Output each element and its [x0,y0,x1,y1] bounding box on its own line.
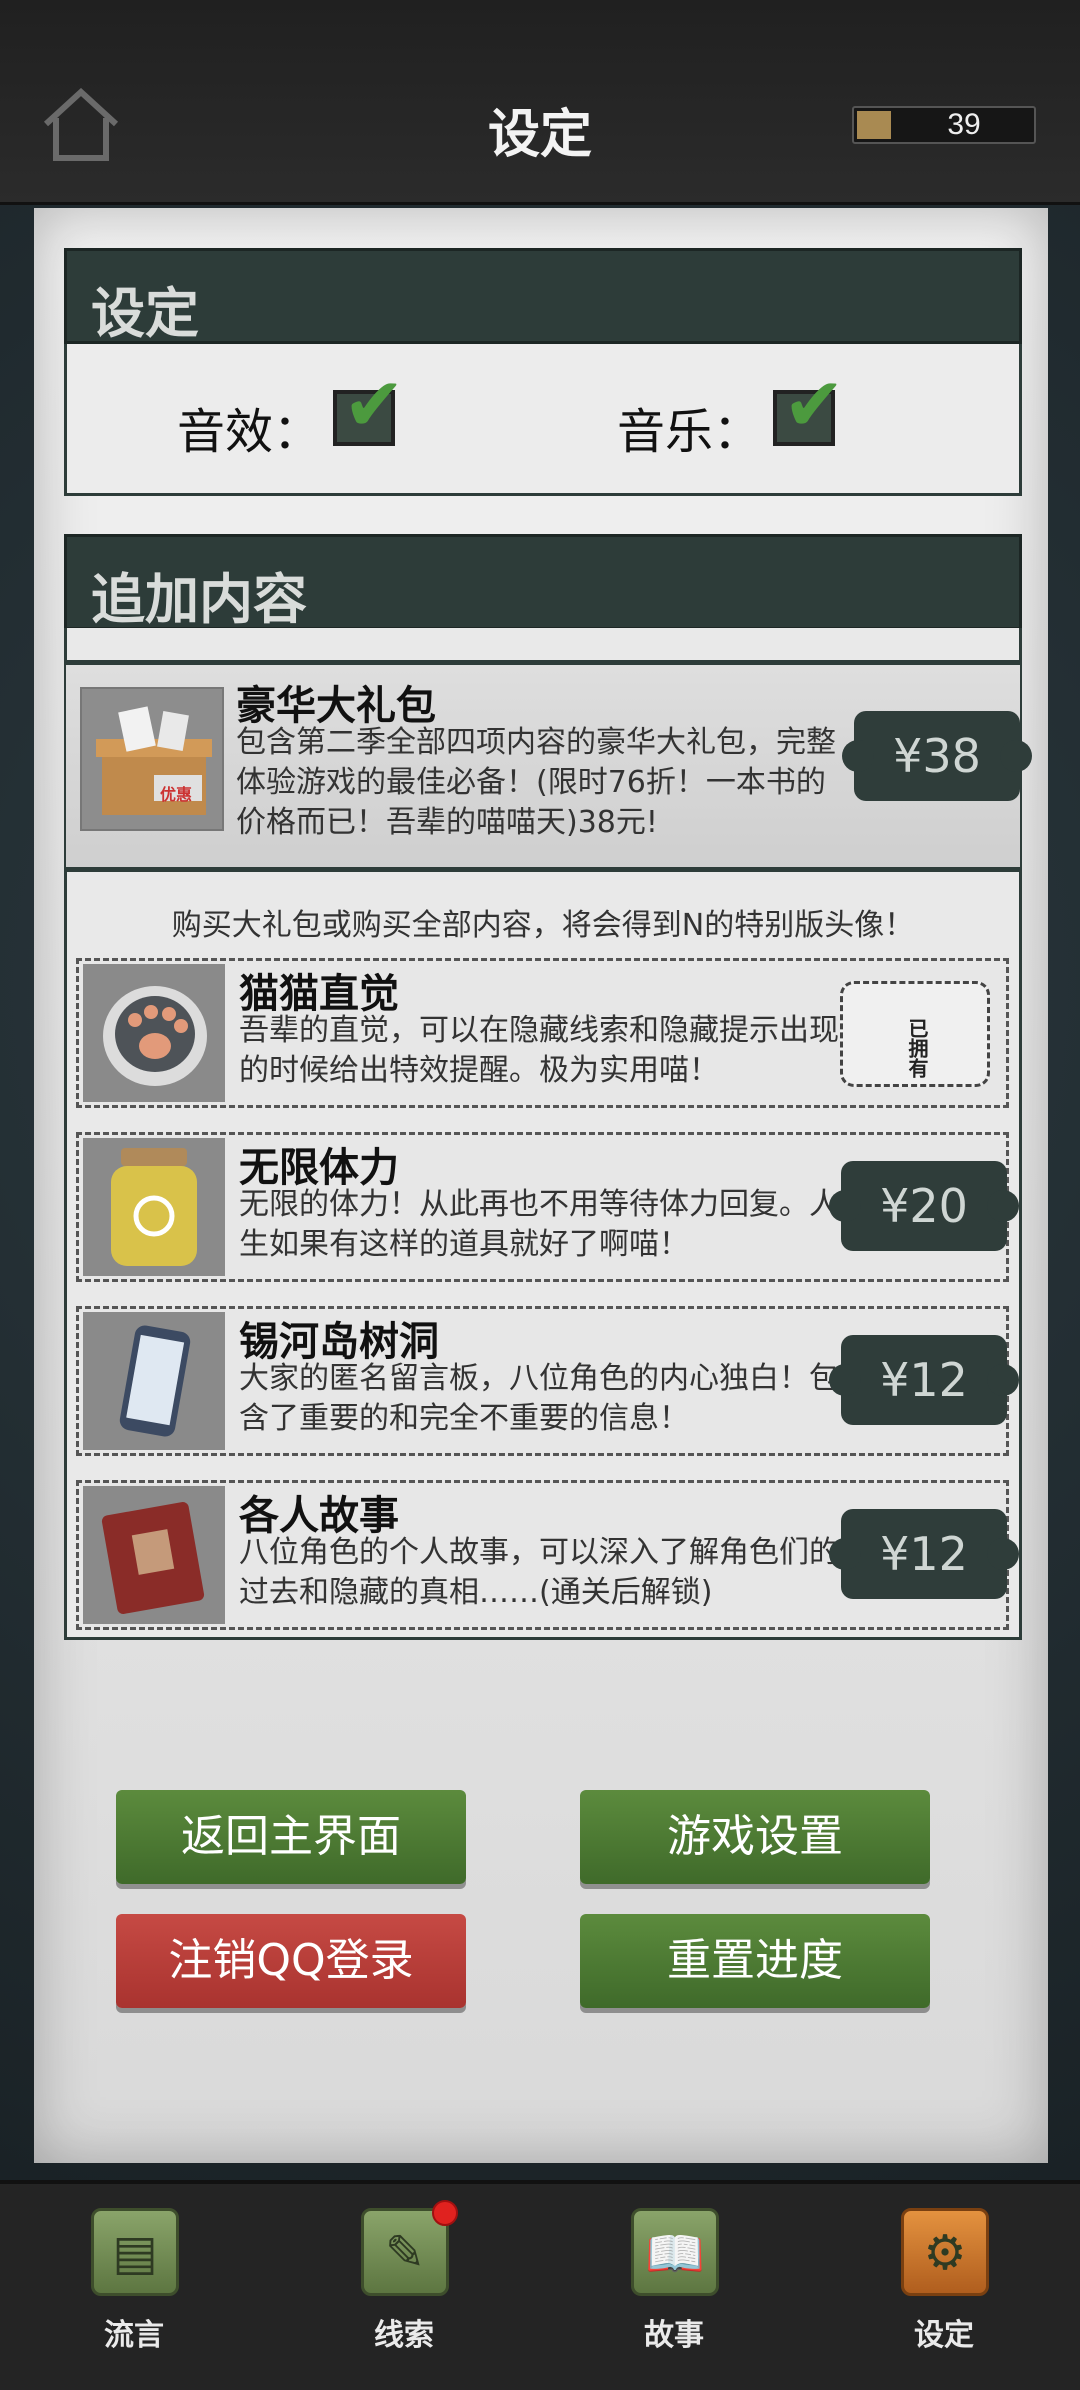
logout-qq-button[interactable]: 注销QQ登录 [116,1914,466,2008]
gift-box-icon: 优惠 [80,687,224,831]
owned-label: 已拥有 [905,1018,929,1078]
bundle-item[interactable]: 优惠 豪华大礼包 包含第二季全部四项内容的豪华大礼包，完整体验游戏的最佳必备！(… [66,660,1032,872]
settings-section-title: 设定 [91,282,199,345]
dlc-item-infinite-stamina[interactable]: 无限体力 无限的体力！从此再也不用等待体力回复。人生如果有这样的道具就好了啊喵！… [76,1132,1019,1282]
book-icon [83,1486,225,1624]
rumor-icon: ▤ [91,2208,179,2296]
sound-checkbox[interactable]: ✔ [333,368,405,446]
owned-stamp: 已拥有 [840,981,990,1087]
game-settings-button[interactable]: 游戏设置 [580,1790,930,1884]
settings-section-header: 设定 [64,248,1022,345]
main-menu-button[interactable]: 返回主界面 [116,1790,466,1884]
energy-bar-fill [857,111,891,139]
nav-settings[interactable]: ⚙ 设定 [884,2208,1004,2378]
promo-text: 购买大礼包或购买全部内容，将会得到N的特别版头像！ [171,908,915,943]
item-desc: 无限的体力！从此再也不用等待体力回复。人生如果有这样的道具就好了啊喵！ [239,1187,839,1262]
item-desc: 大家的匿名留言板，八位角色的内心独白！包含了重要的和完全不重要的信息！ [239,1361,839,1436]
dlc-item-personal-stories[interactable]: 各人故事 八位角色的个人故事，可以深入了解角色们的过去和隐藏的真相……(通关后解… [76,1480,1019,1630]
bundle-desc: 包含第二季全部四项内容的豪华大礼包，完整体验游戏的最佳必备！(限时76折！一本书… [236,725,836,840]
jar-icon [83,1138,225,1276]
nav-clue[interactable]: ✎ 线索 [344,2200,464,2378]
dlc-item-tree-hole[interactable]: 锡河岛树洞 大家的匿名留言板，八位角色的内心独白！包含了重要的和完全不重要的信息… [76,1306,1019,1456]
nav-label: 线索 [374,2318,434,2353]
reset-progress-button[interactable]: 重置进度 [580,1914,930,2008]
settings-box: 音效： ✔ 音乐： ✔ [64,344,1022,496]
bottom-nav: ▤ 流言 ✎ 线索 📖 故事 ⚙ 设定 [0,2180,1080,2390]
phone-icon [83,1312,225,1450]
settings-gear-icon: ⚙ [901,2208,989,2296]
nav-label: 流言 [104,2318,164,2353]
dlc-item-cat-intuition[interactable]: 猫猫直觉 吾辈的直觉，可以在隐藏线索和隐藏提示出现的时候给出特效提醒。极为实用喵… [76,958,1009,1108]
bundle-thumb-text: 优惠 [160,785,193,804]
nav-label: 设定 [914,2318,974,2353]
item-desc: 八位角色的个人故事，可以深入了解角色们的过去和隐藏的真相……(通关后解锁) [239,1535,839,1610]
bundle-price-button[interactable]: ¥38 [842,711,1032,801]
sound-label: 音效： [177,404,322,460]
energy-value: 39 [947,108,981,141]
price-button[interactable]: ¥12 [829,1335,1019,1425]
checkmark-icon: ✔ [783,362,846,448]
cat-paw-icon [83,964,225,1102]
story-book-icon: 📖 [631,2208,719,2296]
nav-label: 故事 [644,2318,704,2353]
dlc-section-title: 追加内容 [91,568,307,631]
dlc-section-header: 追加内容 [64,534,1022,631]
notification-badge [432,2200,458,2226]
top-bar: 设定 39 [0,0,1080,205]
price-button[interactable]: ¥20 [829,1161,1019,1251]
energy-meter: 39 [852,106,1036,144]
nav-rumor[interactable]: ▤ 流言 [74,2208,194,2378]
item-desc: 吾辈的直觉，可以在隐藏线索和隐藏提示出现的时候给出特效提醒。极为实用喵！ [239,1013,839,1088]
music-checkbox[interactable]: ✔ [773,368,845,446]
checkmark-icon: ✔ [343,362,406,448]
price-button[interactable]: ¥12 [829,1509,1019,1599]
nav-story[interactable]: 📖 故事 [614,2208,734,2378]
music-label: 音乐： [617,404,762,460]
